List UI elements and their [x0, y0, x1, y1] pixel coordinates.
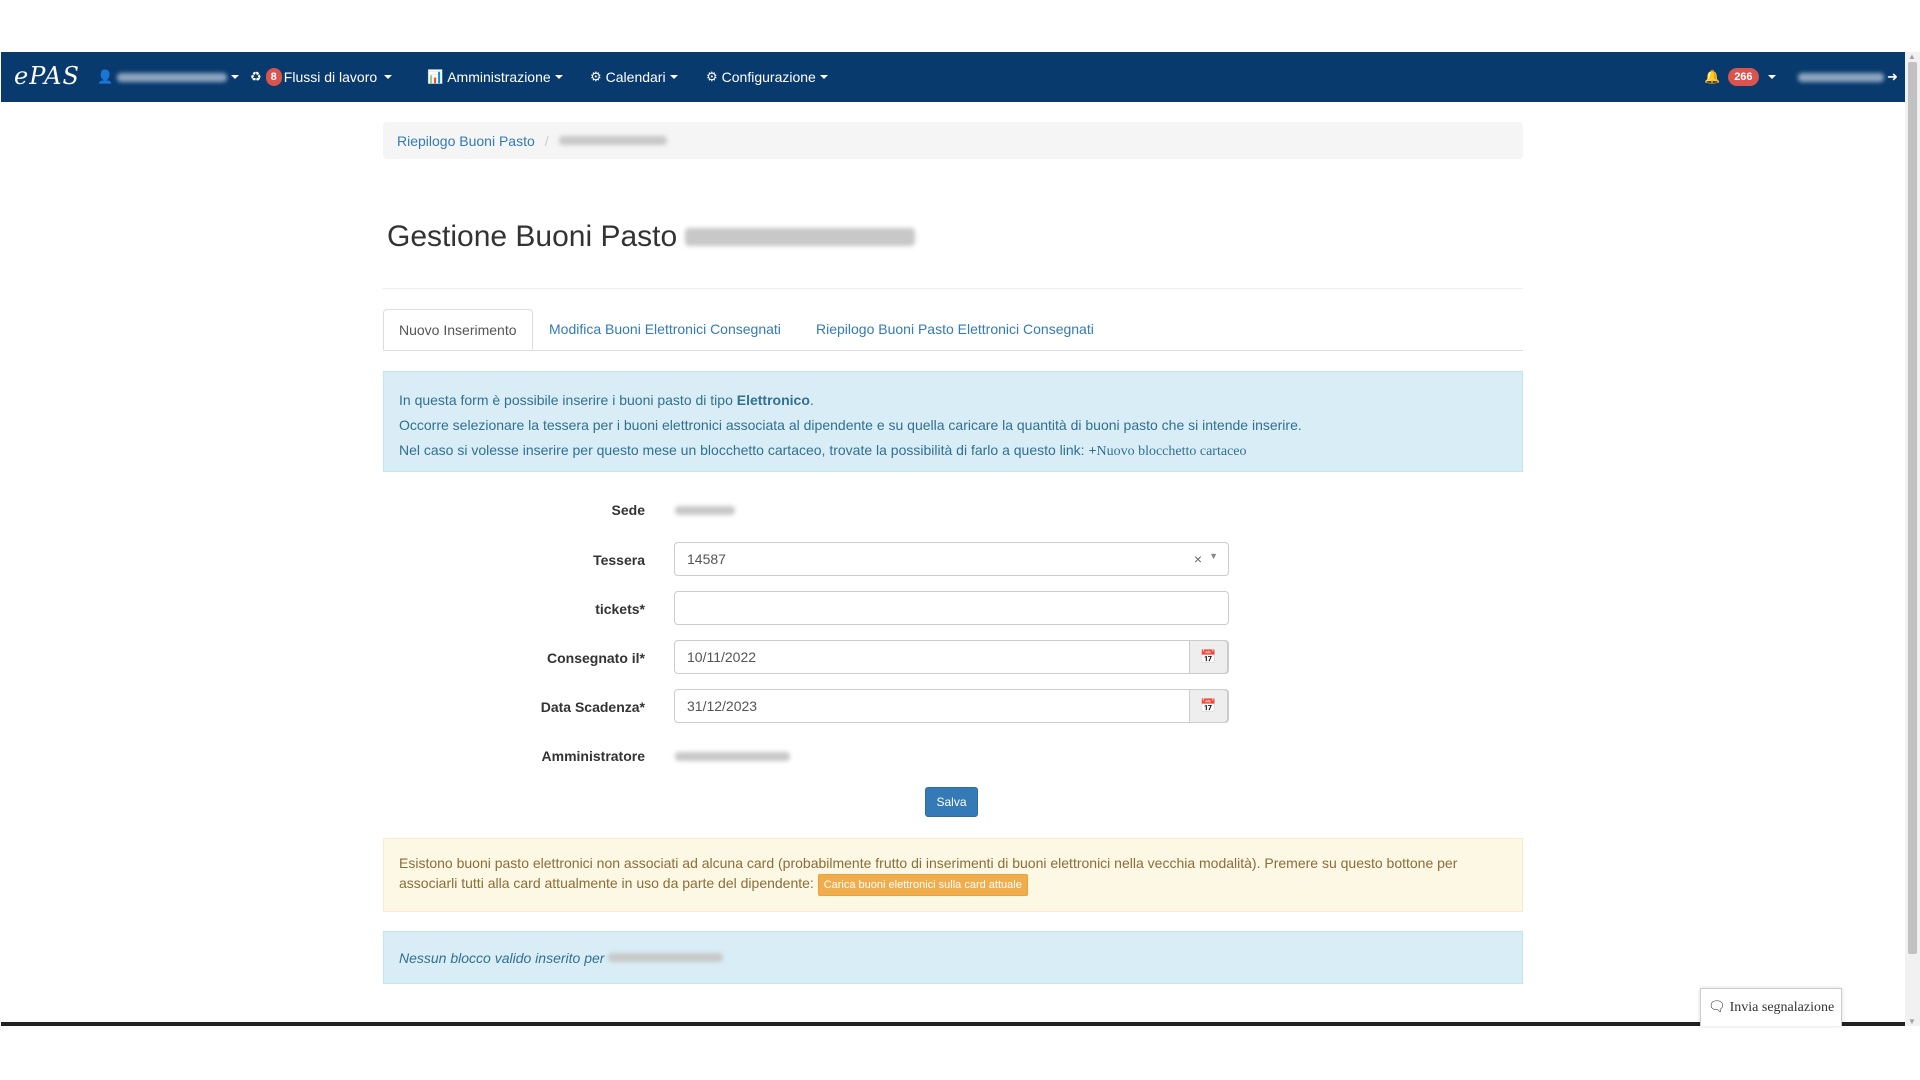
gear-icon: ⚙ [590, 69, 602, 84]
tab-edit-electronic[interactable]: Modifica Buoni Elettronici Consegnati [534, 309, 796, 349]
config-menu[interactable]: ⚙ Configurazione [706, 52, 828, 102]
user-icon: 👤 [97, 69, 114, 84]
scroll-up-arrow-icon[interactable]: ▲ [1908, 52, 1916, 61]
breadcrumb: Riepilogo Buoni Pasto / [383, 122, 1523, 159]
employee-name-redacted [608, 953, 724, 962]
info-alert: In questa form è possibile inserire i bu… [383, 371, 1523, 472]
consegnato-date-value: 10/11/2022 [687, 649, 757, 665]
info-line-2: Occorre selezionare la tessera per i buo… [399, 417, 1302, 433]
tickets-input[interactable] [674, 591, 1229, 625]
scadenza-label: Data Scadenza* [540, 699, 645, 715]
warning-alert: Esistono buoni pasto elettronici non ass… [383, 838, 1523, 912]
page-title-name-redacted [685, 228, 916, 246]
breadcrumb-current-redacted [558, 136, 667, 145]
user-menu[interactable]: 👤 [97, 52, 240, 102]
tessera-select[interactable]: 14587 × ▼ [674, 542, 1229, 576]
calendar-icon[interactable]: 📅 [1189, 640, 1228, 674]
tessera-selected-value: 14587 [687, 551, 726, 567]
no-block-alert: Nessun blocco valido inserito per [383, 931, 1523, 984]
info-line-1-suffix: . [809, 392, 814, 408]
amministratore-label: Amministratore [541, 748, 645, 764]
info-line-3-text: Nel caso si volesse inserire per questo … [399, 442, 1089, 458]
chevron-down-icon [669, 75, 678, 79]
logout-icon: ➜ [1887, 69, 1898, 84]
admin-label: Amministrazione [447, 69, 551, 85]
dropdown-arrow-icon[interactable]: ▼ [1209, 551, 1218, 561]
admin-menu[interactable]: 📊 Amministrazione [427, 52, 563, 102]
tab-new-entry[interactable]: Nuovo Inserimento [383, 309, 533, 350]
info-line-3: Nel caso si volesse inserire per questo … [399, 438, 1507, 464]
header-divider [383, 288, 1523, 289]
page-header: Gestione Buoni Pasto [387, 220, 916, 254]
user-name-redacted [117, 72, 228, 82]
consegnato-label: Consegnato il* [546, 650, 645, 666]
vertical-scrollbar[interactable]: ▲ ▼ [1905, 52, 1920, 1026]
top-navbar: ePAS 👤 ♻ 8 Flussi di lavoro 📊 Amministra… [1, 52, 1905, 102]
scroll-down-arrow-icon[interactable]: ▼ [1908, 1017, 1916, 1026]
no-block-text: Nessun blocco valido inserito per [399, 949, 605, 966]
consegnato-date-input[interactable]: 10/11/2022 📅 [674, 640, 1229, 674]
tab-summary-electronic[interactable]: Riepilogo Buoni Pasto Elettronici Conseg… [801, 309, 1109, 349]
breadcrumb-separator: / [544, 132, 549, 149]
scadenza-date-value: 31/12/2023 [687, 698, 758, 714]
logout-link[interactable]: ➜ [1798, 52, 1902, 102]
page-bottom-border [1, 1022, 1905, 1026]
chevron-down-icon [384, 75, 393, 79]
account-name-redacted [1798, 72, 1884, 82]
chevron-down-icon [819, 75, 828, 79]
config-label: Configurazione [721, 69, 816, 85]
info-line-1: In questa form è possibile inserire i bu… [399, 388, 1507, 413]
new-paper-block-link[interactable]: +Nuovo blocchetto cartaceo [1088, 444, 1246, 459]
chat-bubble-icon: 🗨 [1707, 1000, 1726, 1015]
calendar-icon[interactable]: 📅 [1189, 689, 1228, 723]
sede-label: Sede [611, 502, 645, 518]
feedback-button[interactable]: 🗨 Invia segnalazione [1700, 988, 1842, 1026]
load-electronic-tickets-button[interactable]: Carica buoni elettronici sulla card attu… [817, 874, 1028, 896]
workflows-badge: 8 [265, 68, 282, 86]
breadcrumb-link-summary[interactable]: Riepilogo Buoni Pasto [397, 133, 535, 149]
scrollbar-thumb[interactable] [1908, 62, 1917, 954]
workflows-label: Flussi di lavoro [283, 69, 378, 85]
bar-chart-icon: 📊 [427, 69, 444, 84]
save-button[interactable]: Salva [925, 787, 978, 817]
amministratore-value-redacted [675, 748, 790, 766]
tab-bar: Nuovo Inserimento Modifica Buoni Elettro… [383, 309, 1523, 351]
chevron-down-icon [231, 75, 240, 79]
sede-value-redacted [675, 502, 735, 520]
page-title: Gestione Buoni Pasto [387, 220, 678, 253]
calendars-menu[interactable]: ⚙ Calendari [590, 52, 678, 102]
chevron-down-icon [554, 75, 563, 79]
feedback-label: Invia segnalazione [1729, 999, 1835, 1015]
bell-icon: 🔔 [1704, 69, 1721, 84]
chevron-down-icon [1767, 75, 1776, 79]
clear-selection-icon[interactable]: × [1194, 551, 1202, 567]
info-line-1-text: In questa form è possibile inserire i bu… [399, 392, 737, 408]
info-line-1-bold: Elettronico [736, 392, 810, 408]
notifications-menu[interactable]: 🔔 266 [1704, 52, 1776, 102]
workflows-menu[interactable]: ♻ 8 Flussi di lavoro [250, 52, 393, 102]
gear-icon: ⚙ [706, 69, 718, 84]
main-content: Riepilogo Buoni Pasto / Gestione Buoni P… [383, 122, 1523, 984]
tessera-label: Tessera [593, 552, 645, 568]
notifications-badge: 266 [1728, 68, 1759, 86]
calendars-label: Calendari [605, 69, 666, 85]
brand-logo[interactable]: ePAS [14, 62, 80, 90]
new-paper-block-label: Nuovo blocchetto cartaceo [1096, 444, 1247, 459]
tickets-label: tickets* [595, 601, 645, 617]
recycle-icon: ♻ [250, 69, 262, 84]
scadenza-date-input[interactable]: 31/12/2023 📅 [674, 689, 1229, 723]
